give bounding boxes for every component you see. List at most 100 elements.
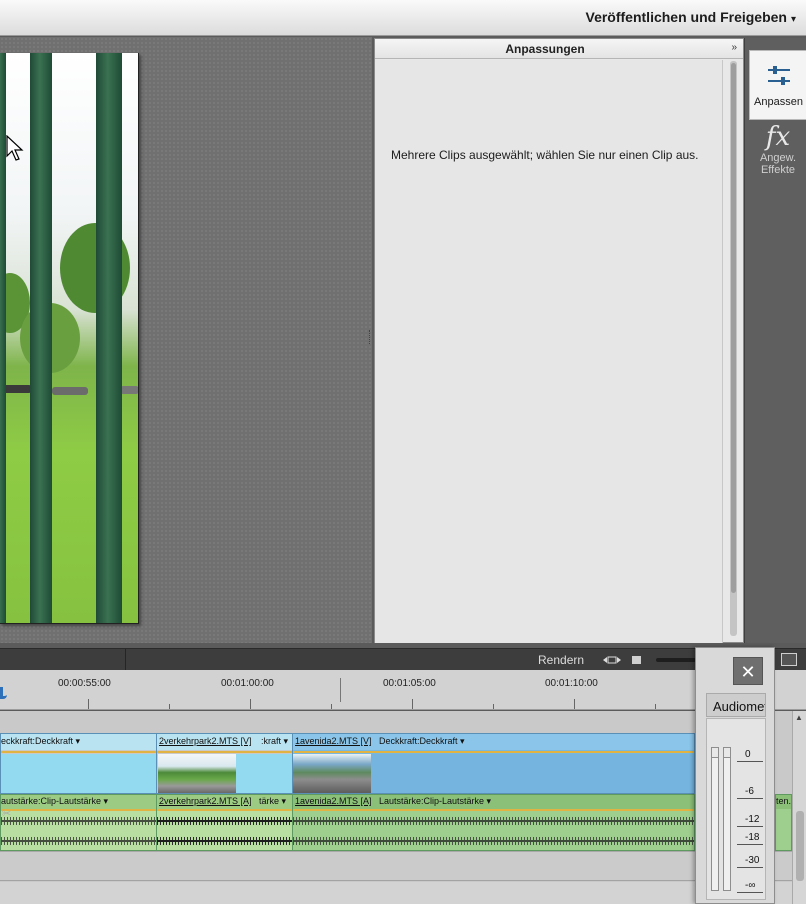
publish-share-button[interactable]: Veröffentlichen und Freigeben ▾ (586, 9, 797, 25)
zoom-in-icon[interactable] (781, 653, 797, 666)
audio-clip[interactable]: 2verkehrpark2.MTS [A] tärke ▾ (156, 794, 293, 851)
peak-indicator (724, 748, 730, 758)
top-bar: Veröffentlichen und Freigeben ▾ (0, 0, 806, 36)
ruler-tick (331, 704, 332, 709)
opacity-keyframe-line[interactable] (1, 751, 156, 753)
audio-meter-header: Audiometer (706, 693, 766, 717)
preview-fence-bar (30, 53, 52, 623)
scrollbar-thumb[interactable] (796, 811, 804, 881)
current-time-indicator[interactable] (340, 678, 341, 702)
ruler-tick (412, 699, 413, 709)
publish-share-label: Veröffentlichen und Freigeben (585, 9, 787, 25)
marker-flag-icon[interactable] (0, 687, 7, 699)
collapse-panel-icon[interactable]: » (731, 42, 737, 53)
clip-effect-menu[interactable]: eckkraft:Deckkraft ▾ (1, 736, 80, 747)
audio-clip-partial[interactable]: ten.I (775, 794, 792, 851)
ruler-tick (574, 699, 575, 709)
video-clip[interactable]: 2verkehrpark2.MTS [V] :kraft ▾ (156, 733, 293, 794)
right-tool-strip: Anpassen fx Angew. Effekte (744, 38, 806, 643)
empty-track[interactable] (0, 852, 806, 881)
timeline-tracks: eckkraft:Deckkraft ▾ 2verkehrpark2.MTS [… (0, 711, 806, 904)
clip-effect-menu[interactable]: ten.I (776, 796, 791, 806)
clip-body (157, 754, 292, 793)
clip-effect-menu[interactable]: Lautstärke:Clip-Lautstärke ▾ (379, 796, 491, 807)
timecode-label: 00:01:00:00 (221, 678, 274, 689)
scroll-up-icon[interactable]: ▲ (795, 713, 803, 722)
clip-header: eckkraft:Deckkraft ▾ (1, 734, 156, 750)
chevron-down-icon: ▾ (790, 14, 796, 25)
ruler-tick (88, 699, 89, 709)
clip-effect-menu[interactable]: autstärke:Clip-Lautstärke ▾ (1, 796, 108, 807)
clip-body (293, 754, 694, 793)
volume-keyframe-line[interactable] (1, 809, 156, 811)
clip-thumbnail (158, 754, 236, 793)
audio-clip[interactable]: autstärke:Clip-Lautstärke ▾ (0, 794, 157, 851)
timecode-label: 00:01:10:00 (545, 678, 598, 689)
adjustments-body: Mehrere Clips ausgewählt; wählen Sie nur… (375, 60, 723, 643)
clip-header: 2verkehrpark2.MTS [A] tärke ▾ (157, 795, 292, 809)
ruler-tick (655, 704, 656, 709)
db-scale-label: -∞ (737, 880, 765, 893)
opacity-keyframe-line[interactable] (293, 751, 694, 753)
tool-applied-effects[interactable]: fx Angew. Effekte (749, 118, 806, 188)
adjustments-scrollbar[interactable] (730, 61, 737, 636)
audio-waveform (293, 837, 694, 845)
clip-body (1, 754, 156, 793)
scissors-icon: ✂ (2, 808, 12, 820)
volume-keyframe-line[interactable] (157, 809, 292, 811)
clip-thumbnail (293, 754, 371, 793)
audio-waveform (293, 817, 694, 825)
clip-name: 2verkehrpark2.MTS [A] (159, 796, 252, 806)
opacity-keyframe-line[interactable] (157, 751, 292, 753)
panel-splitter[interactable] (369, 330, 372, 344)
adjustments-panel: Anpassungen » Mehrere Clips ausgewählt; … (374, 38, 744, 643)
audio-waveform (1, 817, 156, 825)
editor-window: Veröffentlichen und Freigeben ▾ Anpassung… (0, 0, 806, 904)
tool-adjust-label: Anpassen (754, 96, 803, 108)
adjustments-title: Anpassungen (505, 42, 585, 56)
audio-clip-selected[interactable]: 1avenida2.MTS [A] Lautstärke:Clip-Lautst… (292, 794, 695, 851)
render-button[interactable]: Rendern (538, 653, 584, 667)
clip-name: 1avenida2.MTS [A] (295, 796, 372, 806)
mouse-cursor-icon (6, 135, 24, 161)
preview-car (52, 387, 88, 395)
clip-header: 2verkehrpark2.MTS [V] :kraft ▾ (157, 734, 292, 750)
clip-header: 1avenida2.MTS [A] Lautstärke:Clip-Lautst… (293, 795, 694, 809)
scrollbar-thumb[interactable] (731, 63, 736, 593)
zoom-slider[interactable] (656, 658, 696, 662)
clip-name: 2verkehrpark2.MTS [V] (159, 736, 252, 746)
timecode-label: 00:01:05:00 (383, 678, 436, 689)
clip-effect-menu[interactable]: :kraft ▾ (261, 736, 288, 747)
volume-keyframe-line[interactable] (293, 809, 694, 811)
tool-adjust[interactable]: Anpassen (749, 50, 806, 120)
meter-channel-left (711, 747, 719, 891)
audio-waveform (1, 837, 156, 845)
meter-channel-right (723, 747, 731, 891)
video-clip-selected[interactable]: 1avenida2.MTS [V] Deckkraft:Deckkraft ▾ (292, 733, 695, 794)
ruler-tick (169, 704, 170, 709)
clip-header: autstärke:Clip-Lautstärke ▾ (1, 795, 156, 809)
clip-header: ten.I (776, 795, 791, 809)
timeline-scrollbar[interactable]: ▲ (792, 711, 806, 904)
clip-name: 1avenida2.MTS [V] (295, 736, 372, 746)
preview-car (120, 386, 138, 394)
sliders-icon (767, 66, 790, 85)
clip-effect-menu[interactable]: tärke ▾ (259, 796, 286, 807)
adjustments-header: Anpassungen » (375, 39, 743, 59)
db-scale-label: -12 (737, 814, 765, 827)
zoom-out-icon[interactable] (632, 656, 641, 664)
timeline-ruler[interactable]: 00:00:55:00 00:01:00:00 00:01:05:00 00:0… (0, 670, 806, 710)
peak-indicator (712, 748, 718, 758)
close-button[interactable]: ✕ (733, 657, 763, 685)
video-clip[interactable]: eckkraft:Deckkraft ▾ (0, 733, 157, 794)
clip-effect-menu[interactable]: Deckkraft:Deckkraft ▾ (379, 736, 465, 747)
fx-icon: fx (765, 122, 791, 152)
audio-waveform (157, 837, 292, 845)
zoom-fit-icon[interactable] (603, 655, 621, 665)
empty-track[interactable] (0, 882, 806, 904)
audio-meter-title: Audiometer (713, 699, 765, 714)
audio-meter-panel: ✕ Audiometer 0 -6 -12 -18 -30 -∞ (695, 647, 775, 904)
ruler-tick (250, 699, 251, 709)
timeline-toolbar: Rendern (0, 648, 806, 670)
audio-waveform (157, 817, 292, 825)
